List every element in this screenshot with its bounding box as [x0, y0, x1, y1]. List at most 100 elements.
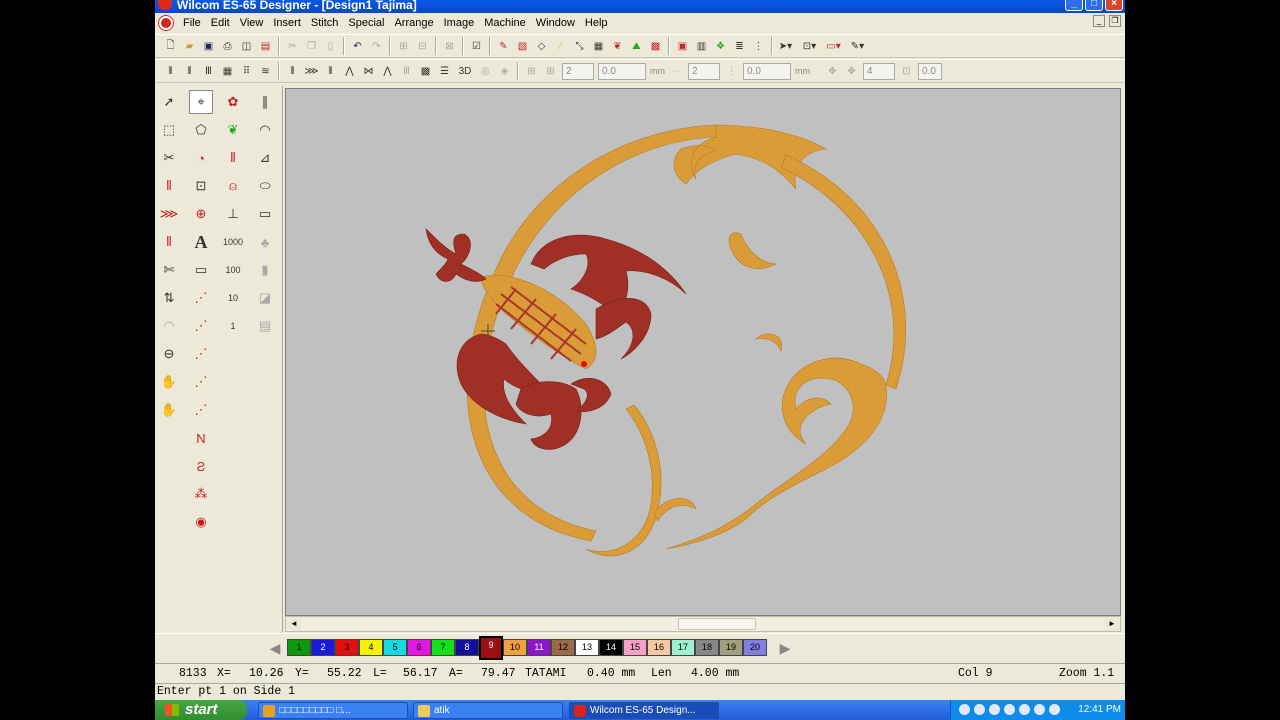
show-functions-icon[interactable]: ∕: [552, 38, 569, 55]
menu-insert[interactable]: Insert: [268, 17, 306, 29]
photo-flash-icon[interactable]: ▮: [253, 258, 277, 282]
fan-icon[interactable]: ◠: [157, 314, 181, 338]
satin-icon[interactable]: ⦀: [162, 63, 179, 80]
remove-overlap-icon[interactable]: ⦀: [157, 230, 181, 254]
tray-update-icon[interactable]: [1049, 704, 1060, 715]
digitize-shape-icon[interactable]: ⬠: [189, 118, 213, 142]
reshape-dropdown-icon[interactable]: ⊡▾: [801, 38, 818, 55]
open-folder-icon[interactable]: ▰: [181, 38, 198, 55]
row-spacing-icon[interactable]: ⋮: [723, 63, 740, 80]
gold-bottom-tail[interactable]: [585, 404, 662, 557]
trapunto-icon[interactable]: Ⅲ: [398, 63, 415, 80]
show-stitches-icon[interactable]: ✎: [495, 38, 512, 55]
design-canvas[interactable]: [285, 88, 1121, 616]
redo-icon[interactable]: ↷: [368, 38, 385, 55]
taskbar-item-wilcom[interactable]: Wilcom ES-65 Design...: [569, 702, 719, 719]
column-a-icon[interactable]: ⦀: [221, 146, 245, 170]
color-swatch-11[interactable]: 11: [527, 639, 551, 656]
menu-machine[interactable]: Machine: [479, 17, 531, 29]
taskbar-item-browser[interactable]: □□□□□□□□□ □...: [258, 702, 408, 719]
tie-in-icon[interactable]: ✋: [157, 370, 181, 394]
rows-icon[interactable]: ⋯: [668, 63, 685, 80]
red-petal-bottom[interactable]: [515, 381, 582, 450]
offset-spinner[interactable]: 0.0: [918, 62, 942, 80]
menu-window[interactable]: Window: [531, 17, 580, 29]
scrollbar-thumb[interactable]: [678, 618, 756, 630]
cross-stitch-icon[interactable]: ⦀: [322, 63, 339, 80]
wreath-icon[interactable]: ✥: [843, 63, 860, 80]
color-swatch-8[interactable]: 8: [455, 639, 479, 656]
stitch-10-button[interactable]: 10: [221, 286, 245, 310]
scroll-left-arrow-icon[interactable]: ◄: [286, 617, 302, 631]
color-swatch-4[interactable]: 4: [359, 639, 383, 656]
color-swatch-1[interactable]: 1: [287, 639, 311, 656]
paste-icon[interactable]: ▯: [322, 38, 339, 55]
select-object-dropdown-icon[interactable]: ➤▾: [777, 38, 794, 55]
doc-restore-button[interactable]: ❐: [1109, 15, 1121, 27]
undo-icon[interactable]: ↶: [349, 38, 366, 55]
pattern-fill-icon[interactable]: Ⅲ: [200, 63, 217, 80]
color-swatch-9[interactable]: 9: [479, 636, 503, 660]
color-swatch-6[interactable]: 6: [407, 639, 431, 656]
sequence-manual-icon[interactable]: ⇅: [157, 286, 181, 310]
red-petal-right[interactable]: [595, 298, 652, 360]
arrange-grid-icon[interactable]: ⊞: [523, 63, 540, 80]
crop-bitmap-icon[interactable]: ◪: [253, 286, 277, 310]
sash-icon[interactable]: ◉: [189, 510, 213, 534]
split-icon[interactable]: ⋙: [157, 202, 181, 226]
rows-spinner[interactable]: 2: [688, 62, 720, 80]
stop-icon[interactable]: ✋: [157, 398, 181, 422]
effects-icon[interactable]: ▩: [417, 63, 434, 80]
stitch-edit-icon[interactable]: ⦀: [157, 174, 181, 198]
cut-icon[interactable]: ✂: [284, 38, 301, 55]
show-connectors-icon[interactable]: ⤡: [571, 38, 588, 55]
gold-upper-right-swirl[interactable]: [728, 232, 777, 269]
sort-icon[interactable]: ⋮: [750, 38, 767, 55]
fill-lines-icon[interactable]: ∥: [253, 90, 277, 114]
florentine-icon[interactable]: ⋀: [379, 63, 396, 80]
autodigitize-icon[interactable]: ♣: [253, 230, 277, 254]
rectangle-icon[interactable]: ▭: [253, 202, 277, 226]
globe-icon[interactable]: ⊕: [189, 202, 213, 226]
taskbar-item-folder[interactable]: atik: [413, 702, 563, 719]
save-icon[interactable]: ▣: [200, 38, 217, 55]
select-polygon-icon[interactable]: ⬚: [157, 118, 181, 142]
color-swatch-17[interactable]: 17: [671, 639, 695, 656]
arc-icon[interactable]: ◠: [253, 118, 277, 142]
appliqué-icon[interactable]: ⊡: [189, 174, 213, 198]
document-menu-icon[interactable]: [159, 16, 173, 30]
gold-right-flourish[interactable]: [665, 357, 887, 550]
program-split-icon[interactable]: ▦: [219, 63, 236, 80]
red-fleur[interactable]: [425, 228, 487, 282]
select-pointer-icon[interactable]: ➚: [157, 90, 181, 114]
color-swatch-14[interactable]: 14: [599, 639, 623, 656]
fancy-fill-icon[interactable]: ⦀: [284, 63, 301, 80]
kaleido-icon[interactable]: ⊡: [898, 63, 915, 80]
color-select-icon[interactable]: ❖: [712, 38, 729, 55]
send-to-machine-icon[interactable]: ▤: [257, 38, 274, 55]
color-swatch-15[interactable]: 15: [623, 639, 647, 656]
tray-help-icon[interactable]: [1019, 704, 1030, 715]
gold-right-arc[interactable]: [780, 154, 907, 390]
stitch-angle-icon[interactable]: ◈: [496, 63, 513, 80]
menu-image[interactable]: Image: [439, 17, 480, 29]
tray-chrome-icon[interactable]: [989, 704, 1000, 715]
color-swatch-20[interactable]: 20: [743, 639, 767, 656]
monogram-icon[interactable]: ▭: [189, 258, 213, 282]
scissor-stitch-icon[interactable]: ✄: [157, 258, 181, 282]
palette-grid-icon[interactable]: ▥: [693, 38, 710, 55]
start-button[interactable]: start: [155, 700, 247, 720]
show-outlines-icon[interactable]: ◇: [533, 38, 550, 55]
stitch-100-button[interactable]: 100: [221, 258, 245, 282]
checkbox-icon[interactable]: ☑: [468, 38, 485, 55]
color-film-icon[interactable]: ▣: [674, 38, 691, 55]
travel-dropdown-icon[interactable]: ▭▾: [825, 38, 842, 55]
stitch-1-button[interactable]: 1: [221, 314, 245, 338]
close-button[interactable]: ×: [1105, 0, 1123, 11]
ungroup-icon[interactable]: ⊟: [414, 38, 431, 55]
lines-icon[interactable]: ☰: [436, 63, 453, 80]
motif-run-icon[interactable]: ⁂: [189, 482, 213, 506]
color-swatch-3[interactable]: 3: [335, 639, 359, 656]
tray-security-icon[interactable]: [1004, 704, 1015, 715]
show-vector-icon[interactable]: ⛰: [628, 38, 645, 55]
